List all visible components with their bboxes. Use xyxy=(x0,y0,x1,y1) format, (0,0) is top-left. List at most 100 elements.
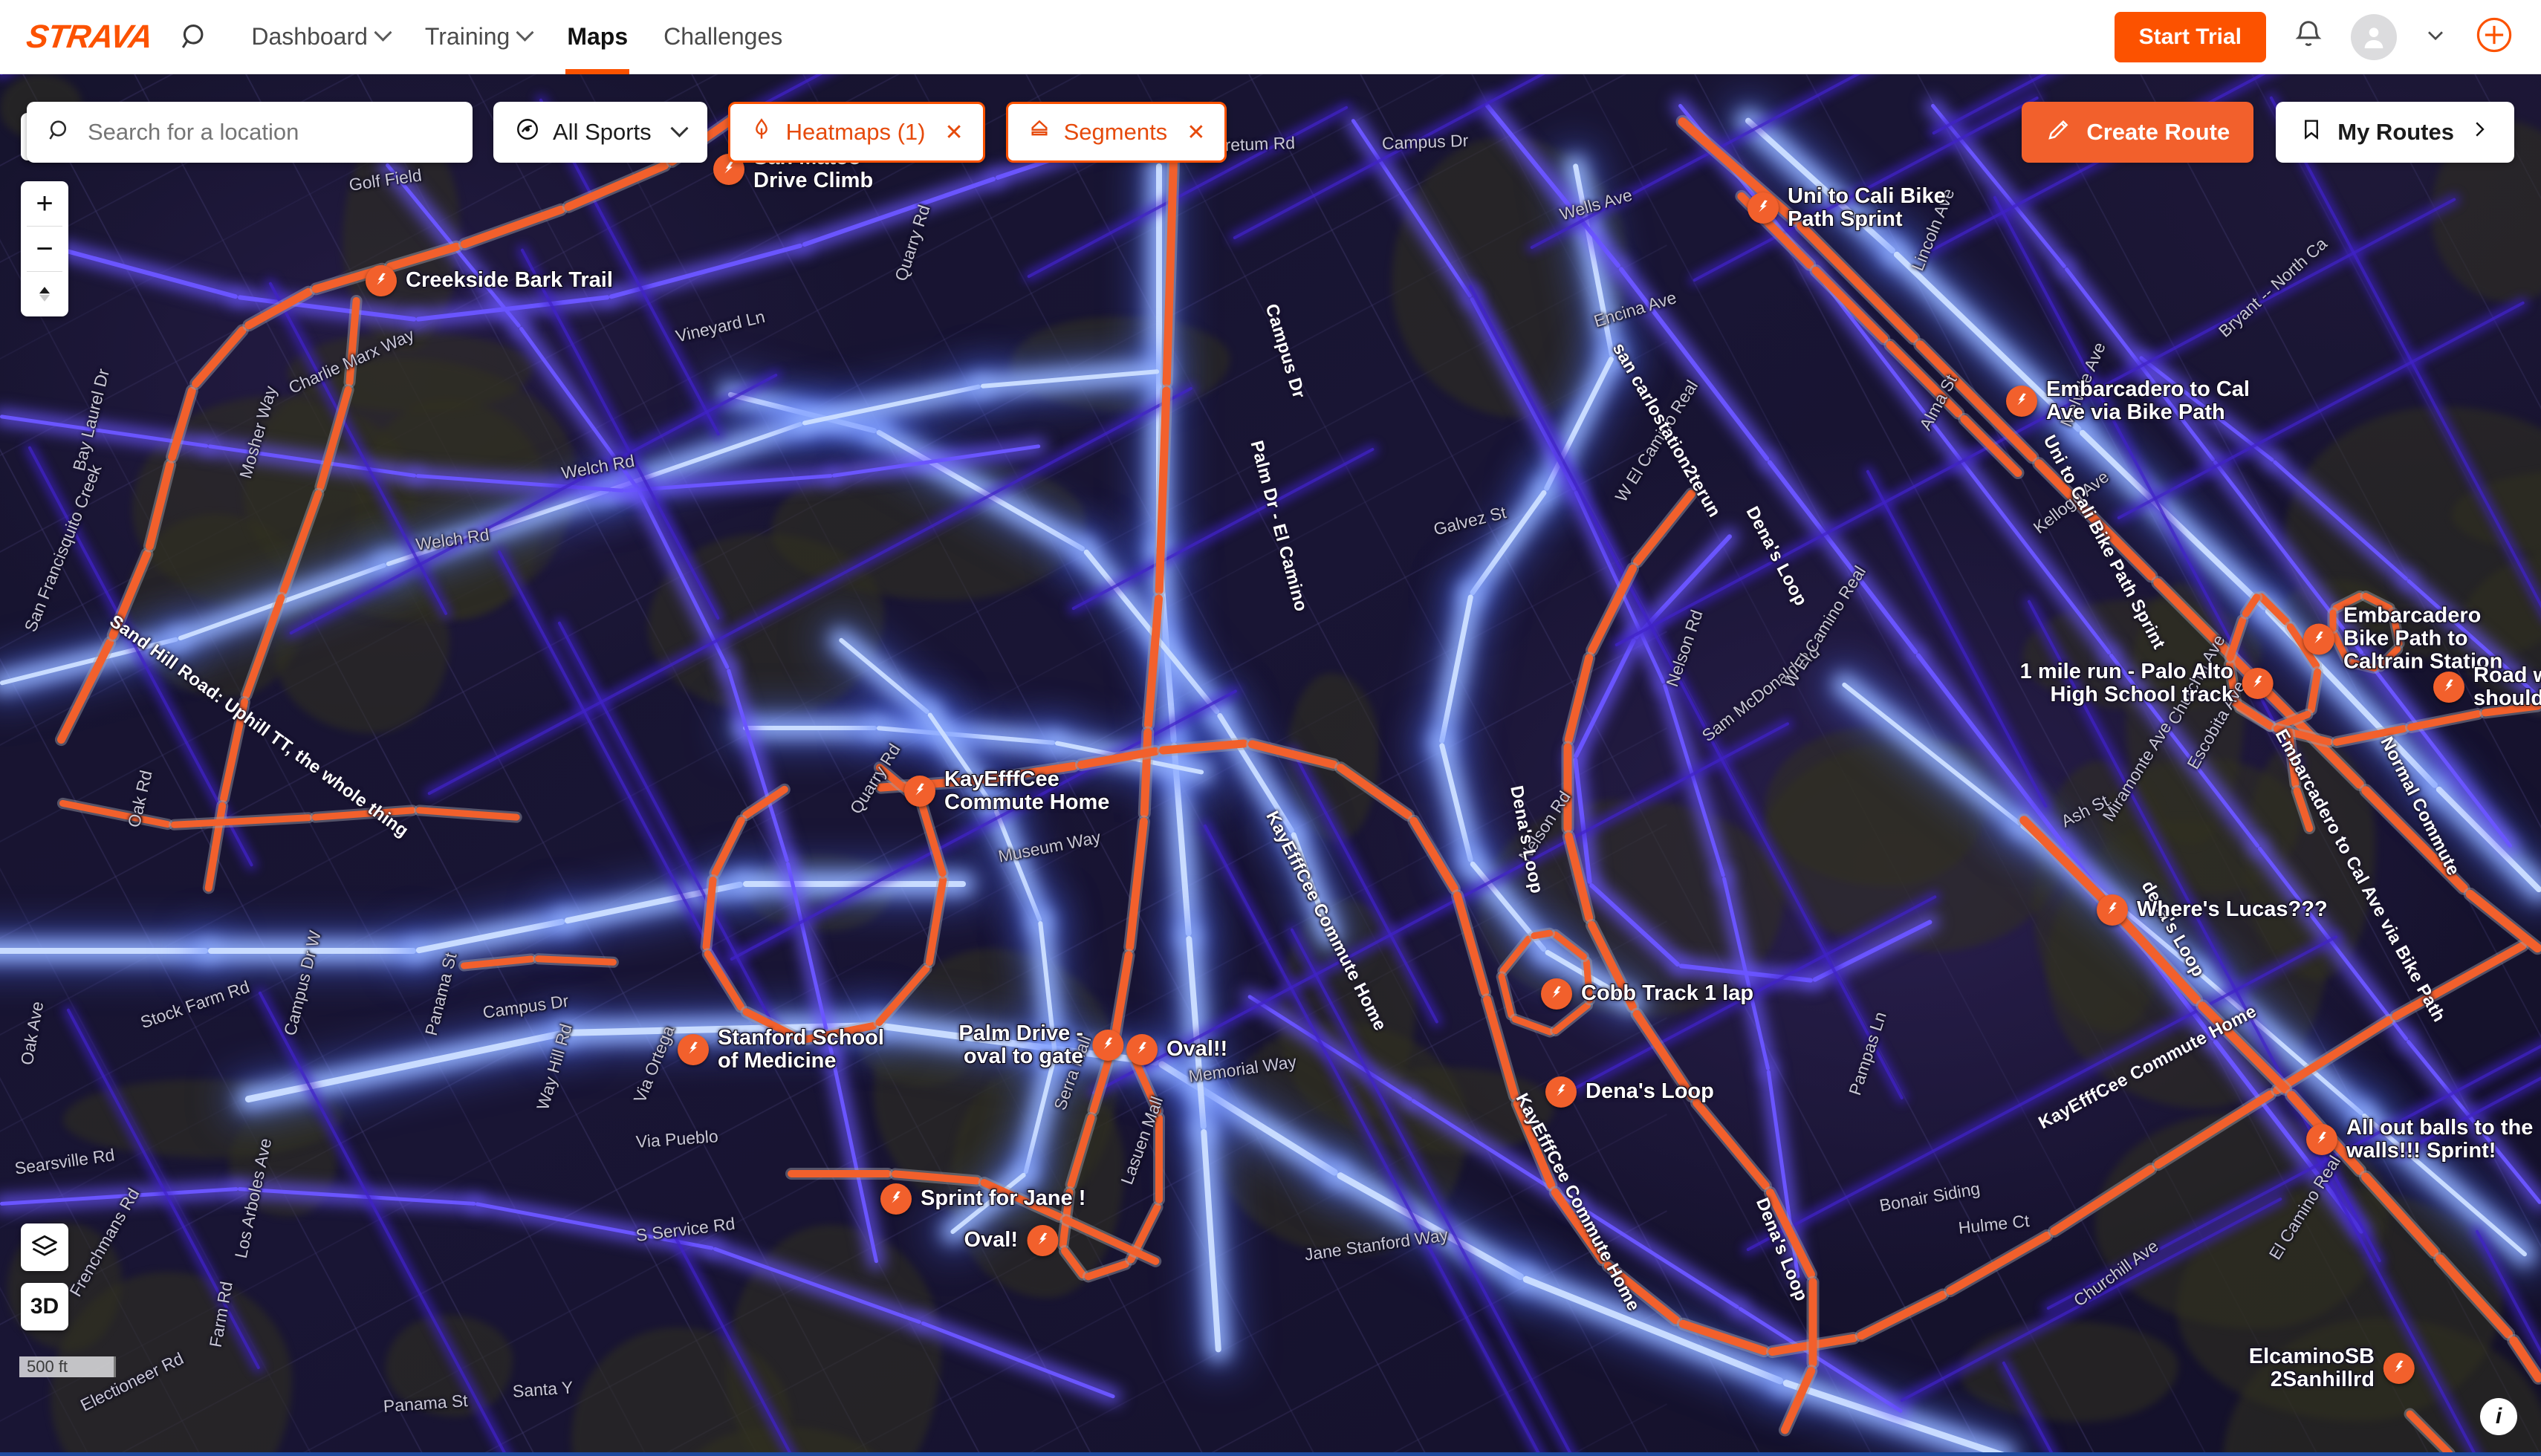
segment-name: Road with narrow shoulder xyxy=(2473,663,2541,710)
segment-marker[interactable]: Palm Drive - oval to gate xyxy=(958,1021,1123,1068)
close-icon[interactable]: ✕ xyxy=(1187,120,1205,146)
strava-logo[interactable]: STRAVA xyxy=(24,19,155,56)
segment-name: Palm Drive - oval to gate xyxy=(958,1021,1083,1068)
zoom-controls: + − xyxy=(21,181,68,316)
pencil-icon xyxy=(2045,116,2072,149)
scale-label: 500 ft xyxy=(27,1357,68,1376)
nav-item-label: Training xyxy=(424,23,510,50)
segment-name: All out balls to the walls!!! Sprint! xyxy=(2346,1115,2534,1163)
segment-marker[interactable]: Cobb Track 1 lap xyxy=(1541,978,1753,1010)
sports-icon xyxy=(515,117,540,148)
nav-item-maps[interactable]: Maps xyxy=(549,0,646,74)
zoom-out-button[interactable]: − xyxy=(21,227,68,271)
segment-pin-icon[interactable] xyxy=(1541,978,1572,1010)
segment-name: 1 mile run - Palo Alto High School track xyxy=(2019,659,2233,706)
toolbar-right-cluster: Create Route My Routes xyxy=(2022,102,2514,163)
segment-pin-icon[interactable] xyxy=(2306,1124,2337,1155)
info-button[interactable]: i xyxy=(2480,1398,2517,1435)
nav-right-cluster: Start Trial xyxy=(2114,11,2514,62)
nav-item-dashboard[interactable]: Dashboard xyxy=(233,0,407,74)
segment-name: Where's Lucas??? xyxy=(2137,897,2328,922)
segment-polyline[interactable] xyxy=(1563,743,1572,832)
my-routes-button[interactable]: My Routes xyxy=(2276,102,2514,163)
segment-pin-icon[interactable] xyxy=(1027,1225,1058,1256)
heatmap-icon xyxy=(750,117,773,147)
map-canvas[interactable]: Arboretum Rd Campus Dr Wells Ave Encina Ave… xyxy=(0,74,2541,1456)
three-d-toggle-button[interactable]: 3D xyxy=(21,1283,68,1330)
segment-pin-icon[interactable] xyxy=(1545,1076,1577,1108)
bookmark-icon xyxy=(2300,117,2323,147)
segment-marker[interactable]: Embarcadero to Cal Ave via Bike Path xyxy=(2006,377,2250,424)
chevron-down-icon xyxy=(670,119,689,137)
layers-button[interactable] xyxy=(21,1223,68,1271)
segment-marker[interactable]: KayEfffCee Commute Home xyxy=(904,767,1109,814)
segment-pin-icon[interactable] xyxy=(904,776,935,807)
segment-polyline[interactable] xyxy=(788,1170,892,1177)
segment-marker[interactable]: ElcaminoSB 2Sanhillrd xyxy=(2249,1345,2415,1391)
nav-item-challenges[interactable]: Challenges xyxy=(646,0,800,74)
segment-name: Oval! xyxy=(964,1228,1018,1252)
avatar-chevron-down-icon[interactable] xyxy=(2422,22,2449,52)
chevron-down-icon xyxy=(516,23,534,42)
create-route-button[interactable]: Create Route xyxy=(2022,102,2254,163)
bell-icon[interactable] xyxy=(2291,18,2326,56)
segment-pin-icon[interactable] xyxy=(2433,672,2464,703)
segment-marker[interactable]: All out balls to the walls!!! Sprint! xyxy=(2306,1115,2534,1163)
segment-marker[interactable]: Oval! xyxy=(964,1225,1058,1256)
segment-name: Embarcadero to Cal Ave via Bike Path xyxy=(2046,377,2250,424)
nav-item-label: Challenges xyxy=(663,23,783,50)
map-scale-bar: 500 ft xyxy=(19,1356,116,1377)
segment-name: Creekside Bark Trail xyxy=(406,268,613,293)
segment-pin-icon[interactable] xyxy=(2006,386,2037,417)
compass-tilt-button[interactable] xyxy=(21,272,68,316)
heatmaps-filter-chip[interactable]: Heatmaps (1) ✕ xyxy=(727,102,985,163)
segments-filter-chip[interactable]: Segments ✕ xyxy=(1005,102,1227,163)
segment-pin-icon[interactable] xyxy=(880,1183,912,1215)
sports-filter-chip[interactable]: All Sports xyxy=(493,102,707,163)
segment-pin-icon[interactable] xyxy=(2383,1353,2415,1384)
segment-marker[interactable]: Creekside Bark Trail xyxy=(366,265,613,296)
segment-polyline[interactable] xyxy=(1808,1278,1817,1367)
heatmap-line xyxy=(743,726,877,730)
nav-item-training[interactable]: Training xyxy=(407,0,549,74)
segment-marker[interactable]: Where's Lucas??? xyxy=(2097,894,2328,926)
segment-marker[interactable]: 1 mile run - Palo Alto High School track xyxy=(2020,660,2274,706)
segment-pin-icon[interactable] xyxy=(678,1034,709,1065)
segment-marker[interactable]: Sprint for Jane ! xyxy=(880,1183,1085,1215)
search-box[interactable] xyxy=(27,102,473,163)
segment-marker[interactable]: Oval!! xyxy=(1126,1034,1227,1065)
avatar[interactable] xyxy=(2351,13,2397,60)
heatmap-line xyxy=(0,948,208,954)
segment-pin-icon[interactable] xyxy=(1126,1034,1158,1065)
segment-marker[interactable]: Dena's Loop xyxy=(1545,1076,1714,1108)
heatmap-line xyxy=(743,881,966,887)
close-icon[interactable]: ✕ xyxy=(944,120,963,146)
nav-search-icon[interactable] xyxy=(178,21,211,53)
segment-icon xyxy=(1028,117,1051,147)
segment-marker[interactable]: Uni to Cali Bike Path Sprint xyxy=(1747,183,1946,231)
segment-name: ElcaminoSB 2Sanhillrd xyxy=(2248,1344,2375,1391)
segment-pin-icon[interactable] xyxy=(2097,894,2128,926)
nav-item-label: Maps xyxy=(567,23,629,50)
nav-links: Dashboard Training Maps Challenges xyxy=(233,0,800,74)
segment-marker[interactable]: Stanford School of Medicine xyxy=(678,1025,884,1073)
segment-pin-icon[interactable] xyxy=(366,265,397,296)
zoom-in-button[interactable]: + xyxy=(21,181,68,226)
map-attribution-bar xyxy=(0,1452,2541,1456)
sports-filter-label: All Sports xyxy=(553,119,652,145)
segment-name: Stanford School of Medicine xyxy=(718,1025,884,1073)
segment-name: Uni to Cali Bike Path Sprint xyxy=(1788,183,1946,231)
segment-name: Dena's Loop xyxy=(1586,1079,1714,1104)
segment-pin-icon[interactable] xyxy=(2303,623,2334,654)
segment-pin-icon[interactable] xyxy=(1092,1030,1123,1061)
park-area xyxy=(386,1315,513,1417)
segment-name: Cobb Track 1 lap xyxy=(1581,981,1754,1006)
segment-polyline[interactable] xyxy=(1155,1114,1163,1203)
segment-pin-icon[interactable] xyxy=(1747,192,1779,224)
segment-marker[interactable]: Road with narrow shoulder xyxy=(2433,663,2541,710)
search-input[interactable] xyxy=(88,119,453,146)
start-trial-button[interactable]: Start Trial xyxy=(2114,11,2266,62)
plus-circle-icon[interactable] xyxy=(2474,15,2514,59)
segment-pin-icon[interactable] xyxy=(2242,668,2274,699)
heatmap-line xyxy=(208,948,416,954)
